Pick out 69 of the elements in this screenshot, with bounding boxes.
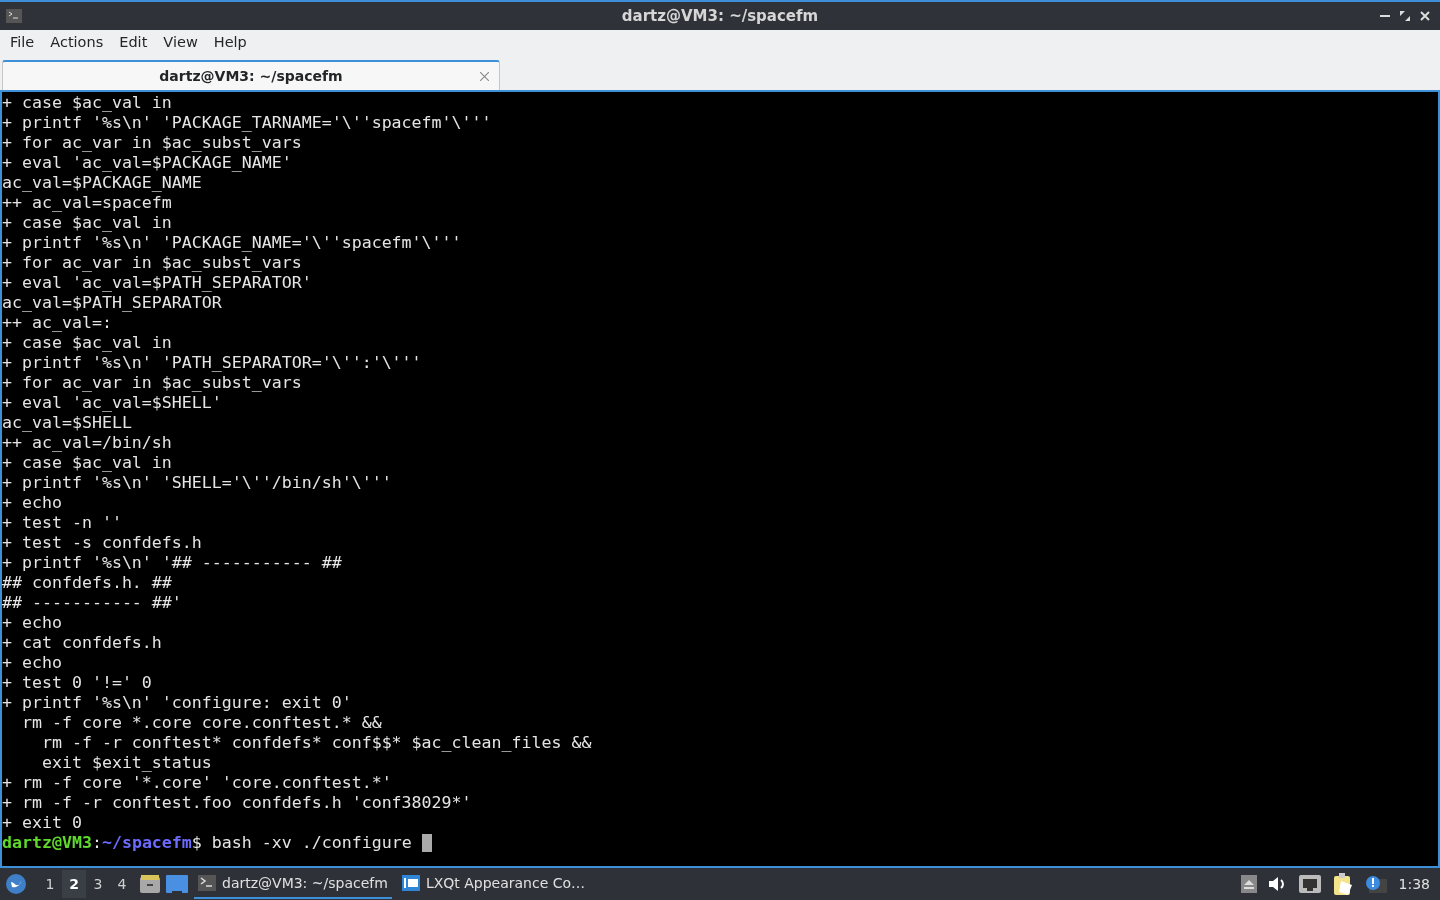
terminal-line: + test 0 '!=' 0 — [2, 673, 152, 693]
terminal-line: + printf '%s\n' '## ----------- ## — [2, 553, 342, 573]
cursor — [421, 834, 432, 852]
terminal-line: ac_val=$PACKAGE_NAME — [2, 173, 202, 193]
taskbar-button[interactable]: dartz@VM3: ~/spacefm — [194, 869, 392, 899]
network-icon[interactable] — [1298, 875, 1321, 893]
clipboard-icon[interactable] — [1332, 873, 1353, 895]
terminal-line: + case $ac_val in — [2, 333, 172, 353]
terminal-icon — [198, 875, 216, 891]
terminal-line: + for ac_var in $ac_subst_vars — [2, 133, 302, 153]
terminal-line: + case $ac_val in — [2, 213, 172, 233]
app-menu-icon[interactable] — [6, 874, 26, 894]
terminal-line: + echo — [2, 613, 62, 633]
terminal-line: + printf '%s\n' 'PACKAGE_NAME='\''spacefm'\''' — [2, 233, 462, 253]
terminal-line: + printf '%s\n' 'SHELL='\''/bin/sh'\''' — [2, 473, 392, 493]
terminal-line: + case $ac_val in — [2, 93, 172, 113]
menu-item[interactable]: File — [2, 32, 43, 54]
terminal-line: + rm -f core '*.core' 'core.conftest.*' — [2, 773, 392, 793]
terminal-line: ++ ac_val=: — [2, 313, 112, 333]
workspace-button[interactable]: 2 — [62, 870, 86, 898]
terminal-line: + printf '%s\n' 'PACKAGE_TARNAME='\''spacefm'\''' — [2, 113, 492, 133]
terminal-line: + for ac_var in $ac_subst_vars — [2, 253, 302, 273]
prompt-user: dartz@VM3 — [2, 833, 92, 853]
terminal-line: + echo — [2, 653, 62, 673]
terminal-line: + case $ac_val in — [2, 453, 172, 473]
menu-item[interactable]: Help — [205, 32, 255, 54]
eject-icon[interactable] — [1240, 875, 1257, 893]
menu-item[interactable]: Edit — [111, 32, 156, 54]
prompt-text: $ bash -xv ./configure — [191, 833, 412, 853]
terminal-line: + rm -f -r conftest.foo confdefs.h 'conf38029*' — [2, 793, 472, 813]
volume-icon[interactable] — [1268, 876, 1287, 892]
terminal-line: + eval 'ac_val=$PATH_SEPARATOR' — [2, 273, 312, 293]
desktop-icon[interactable] — [166, 875, 188, 893]
terminal-line: ## ----------- ##' — [2, 593, 182, 613]
terminal-line: + printf '%s\n' 'configure: exit 0' — [2, 693, 352, 713]
terminal-line: rm -f -r conftest* confdefs* conf$$* $ac_clean_files && — [40, 733, 592, 753]
maximize-icon[interactable] — [1400, 11, 1410, 21]
terminal-icon — [6, 9, 22, 23]
file-manager-icon[interactable] — [140, 875, 160, 893]
terminal-line: ac_val=$SHELL — [2, 413, 132, 433]
terminal-line: ac_val=$PATH_SEPARATOR — [2, 293, 222, 313]
clock[interactable]: 1:38 — [1398, 873, 1430, 895]
terminal-line: + echo — [2, 493, 62, 513]
terminal-line: ++ ac_val=spacefm — [2, 193, 172, 213]
terminal-line: rm -f core *.core core.conftest.* && — [20, 713, 382, 733]
terminal-line: ++ ac_val=/bin/sh — [2, 433, 172, 453]
workspace-button[interactable]: 3 — [86, 870, 110, 898]
notification-icon[interactable] — [1364, 875, 1387, 893]
terminal-line: exit $exit_status — [40, 753, 212, 773]
tab[interactable]: dartz@VM3: ~/spacefm — [2, 60, 500, 90]
terminal-line: + exit 0 — [2, 813, 82, 833]
terminal-line: + cat confdefs.h — [2, 633, 162, 653]
terminal-line: ## confdefs.h. ## — [2, 573, 172, 593]
terminal-line: + test -n '' — [2, 513, 122, 533]
tab-label: dartz@VM3: ~/spacefm — [159, 66, 343, 86]
terminal-line: + eval 'ac_val=$SHELL' — [2, 393, 222, 413]
menu-item[interactable]: Actions — [42, 32, 112, 54]
window-title: dartz@VM3: ~/spacefm — [620, 5, 820, 27]
prompt-text: : — [91, 833, 102, 853]
terminal-line: + test -s confdefs.h — [2, 533, 202, 553]
workspace-button[interactable]: 4 — [110, 870, 134, 898]
menu-item[interactable]: View — [155, 32, 206, 54]
taskbar-button[interactable]: LXQt Appearance Co… — [397, 869, 590, 899]
terminal-line: + for ac_var in $ac_subst_vars — [2, 373, 302, 393]
workspace-button[interactable]: 1 — [38, 870, 62, 898]
window-icon — [401, 875, 420, 891]
terminal-line: + eval 'ac_val=$PACKAGE_NAME' — [2, 153, 292, 173]
terminal-line: + printf '%s\n' 'PATH_SEPARATOR='\'':'\''' — [2, 353, 422, 373]
prompt-path: ~/spacefm — [101, 833, 192, 853]
